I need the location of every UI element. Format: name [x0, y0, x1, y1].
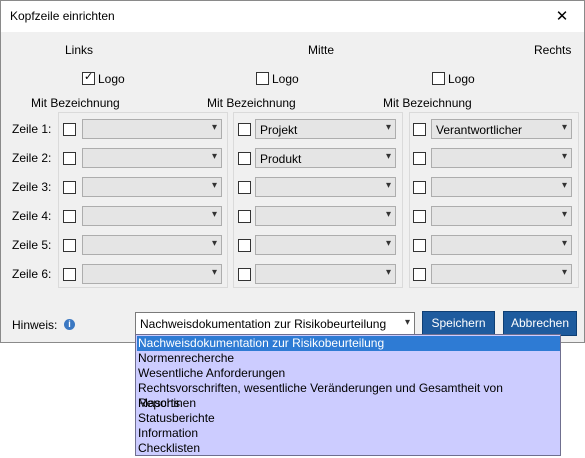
mit-bezeichnung-label-mitte: Mit Bezeichnung [207, 96, 296, 110]
dropdown-option-nachweisdokumentation[interactable]: Nachweisdokumentation zur Risikobeurteil… [137, 336, 560, 351]
row-checkbox-rechts-3[interactable] [413, 181, 426, 194]
row-select-links-5[interactable]: ▾ [82, 235, 222, 255]
row-label-3: Zeile 3: [12, 180, 52, 194]
hinweis-label: Hinweis: [12, 318, 58, 332]
row-checkbox-mitte-5[interactable] [238, 239, 251, 252]
dropdown-option-rechtsvorschriften[interactable]: Rechtsvorschriften, wesentliche Veränder… [138, 381, 560, 410]
logo-label-rechts: Logo [448, 72, 475, 86]
row-checkbox-links-4[interactable] [63, 210, 76, 223]
dropdown-option-checklisten[interactable]: Checklisten [138, 441, 200, 456]
chevron-down-icon: ▾ [385, 151, 391, 162]
row-checkbox-mitte-2[interactable] [238, 152, 251, 165]
logo-label-mitte: Logo [272, 72, 299, 86]
checkmark-icon: ✓ [84, 71, 94, 83]
row-select-value: Produkt [260, 152, 302, 166]
row-select-links-4[interactable]: ▾ [82, 206, 222, 226]
row-select-mitte-4[interactable]: ▾ [255, 206, 396, 226]
chevron-down-icon: ▾ [211, 122, 217, 133]
dialog-title: Kopfzeile einrichten [10, 9, 115, 23]
row-select-mitte-6[interactable]: ▾ [255, 264, 396, 284]
dropdown-option-statusberichte[interactable]: Statusberichte [138, 411, 215, 426]
row-checkbox-mitte-1[interactable] [238, 123, 251, 136]
chevron-down-icon: ▾ [561, 238, 567, 249]
row-checkbox-rechts-1[interactable] [413, 123, 426, 136]
chevron-down-icon: ▾ [385, 209, 391, 220]
hinweis-dropdown-list: Nachweisdokumentation zur Risikobeurteil… [135, 334, 561, 456]
chevron-down-icon: ▾ [561, 151, 567, 162]
logo-checkbox-rechts[interactable] [432, 72, 445, 85]
close-icon[interactable]: ✕ [540, 1, 584, 32]
row-select-mitte-3[interactable]: ▾ [255, 177, 396, 197]
row-label-4: Zeile 4: [12, 209, 52, 223]
chevron-down-icon: ▾ [211, 238, 217, 249]
row-select-rechts-4[interactable]: ▾ [431, 206, 572, 226]
row-checkbox-links-3[interactable] [63, 181, 76, 194]
title-bar: Kopfzeile einrichten ✕ [1, 1, 584, 32]
row-checkbox-rechts-4[interactable] [413, 210, 426, 223]
row-checkbox-links-5[interactable] [63, 239, 76, 252]
row-select-rechts-3[interactable]: ▾ [431, 177, 572, 197]
chevron-down-icon: ▾ [561, 180, 567, 191]
chevron-down-icon: ▾ [385, 238, 391, 249]
dialog-kopfzeile-einrichten: Kopfzeile einrichten ✕ Links Mitte Recht… [0, 0, 585, 343]
row-checkbox-mitte-4[interactable] [238, 210, 251, 223]
chevron-down-icon: ▾ [385, 267, 391, 278]
row-select-rechts-5[interactable]: ▾ [431, 235, 572, 255]
dropdown-option-reports[interactable]: Reports [138, 396, 180, 411]
chevron-down-icon: ▾ [211, 209, 217, 220]
row-checkbox-rechts-2[interactable] [413, 152, 426, 165]
row-checkbox-mitte-6[interactable] [238, 268, 251, 281]
chevron-down-icon: ▾ [561, 122, 567, 133]
chevron-down-icon: ▾ [385, 122, 391, 133]
hinweis-select-value: Nachweisdokumentation zur Risikobeurteil… [140, 317, 387, 331]
chevron-down-icon: ▾ [404, 317, 410, 328]
chevron-down-icon: ▾ [561, 267, 567, 278]
row-select-links-6[interactable]: ▾ [82, 264, 222, 284]
row-label-1: Zeile 1: [12, 122, 52, 136]
chevron-down-icon: ▾ [211, 180, 217, 191]
mit-bezeichnung-label-rechts: Mit Bezeichnung [383, 96, 472, 110]
row-select-links-2[interactable]: ▾ [82, 148, 222, 168]
row-select-links-1[interactable]: ▾ [82, 119, 222, 139]
row-checkbox-mitte-3[interactable] [238, 181, 251, 194]
column-header-rechts: Rechts [534, 43, 572, 57]
row-checkbox-links-1[interactable] [63, 123, 76, 136]
dropdown-option-normenrecherche[interactable]: Normenrecherche [138, 351, 234, 366]
chevron-down-icon: ▾ [211, 151, 217, 162]
chevron-down-icon: ▾ [211, 267, 217, 278]
row-select-links-3[interactable]: ▾ [82, 177, 222, 197]
logo-checkbox-links[interactable]: ✓ [82, 71, 95, 85]
row-label-5: Zeile 5: [12, 238, 52, 252]
column-header-mitte: Mitte [308, 43, 335, 57]
row-checkbox-links-2[interactable] [63, 152, 76, 165]
row-select-rechts-1[interactable]: Verantwortlicher ▾ [431, 119, 572, 139]
chevron-down-icon: ▾ [385, 180, 391, 191]
column-header-links: Links [65, 43, 94, 57]
dropdown-option-information[interactable]: Information [138, 426, 198, 441]
logo-label-links: Logo [98, 72, 125, 86]
row-select-rechts-6[interactable]: ▾ [431, 264, 572, 284]
save-button[interactable]: Speichern [422, 311, 495, 336]
dropdown-option-wesentliche-anforderungen[interactable]: Wesentliche Anforderungen [138, 366, 285, 381]
row-label-6: Zeile 6: [12, 267, 52, 281]
mit-bezeichnung-label-links: Mit Bezeichnung [31, 96, 120, 110]
chevron-down-icon: ▾ [561, 209, 567, 220]
row-checkbox-links-6[interactable] [63, 268, 76, 281]
info-icon[interactable]: i [64, 319, 75, 330]
logo-checkbox-mitte[interactable] [256, 72, 269, 85]
row-select-value: Verantwortlicher [436, 123, 523, 137]
row-select-mitte-5[interactable]: ▾ [255, 235, 396, 255]
row-select-mitte-2[interactable]: Produkt ▾ [255, 148, 396, 168]
row-checkbox-rechts-5[interactable] [413, 239, 426, 252]
row-select-rechts-2[interactable]: ▾ [431, 148, 572, 168]
row-checkbox-rechts-6[interactable] [413, 268, 426, 281]
cancel-button[interactable]: Abbrechen [503, 311, 577, 336]
row-select-value: Projekt [260, 123, 298, 137]
row-label-2: Zeile 2: [12, 151, 52, 165]
row-select-mitte-1[interactable]: Projekt ▾ [255, 119, 396, 139]
hinweis-select[interactable]: Nachweisdokumentation zur Risikobeurteil… [135, 312, 415, 335]
